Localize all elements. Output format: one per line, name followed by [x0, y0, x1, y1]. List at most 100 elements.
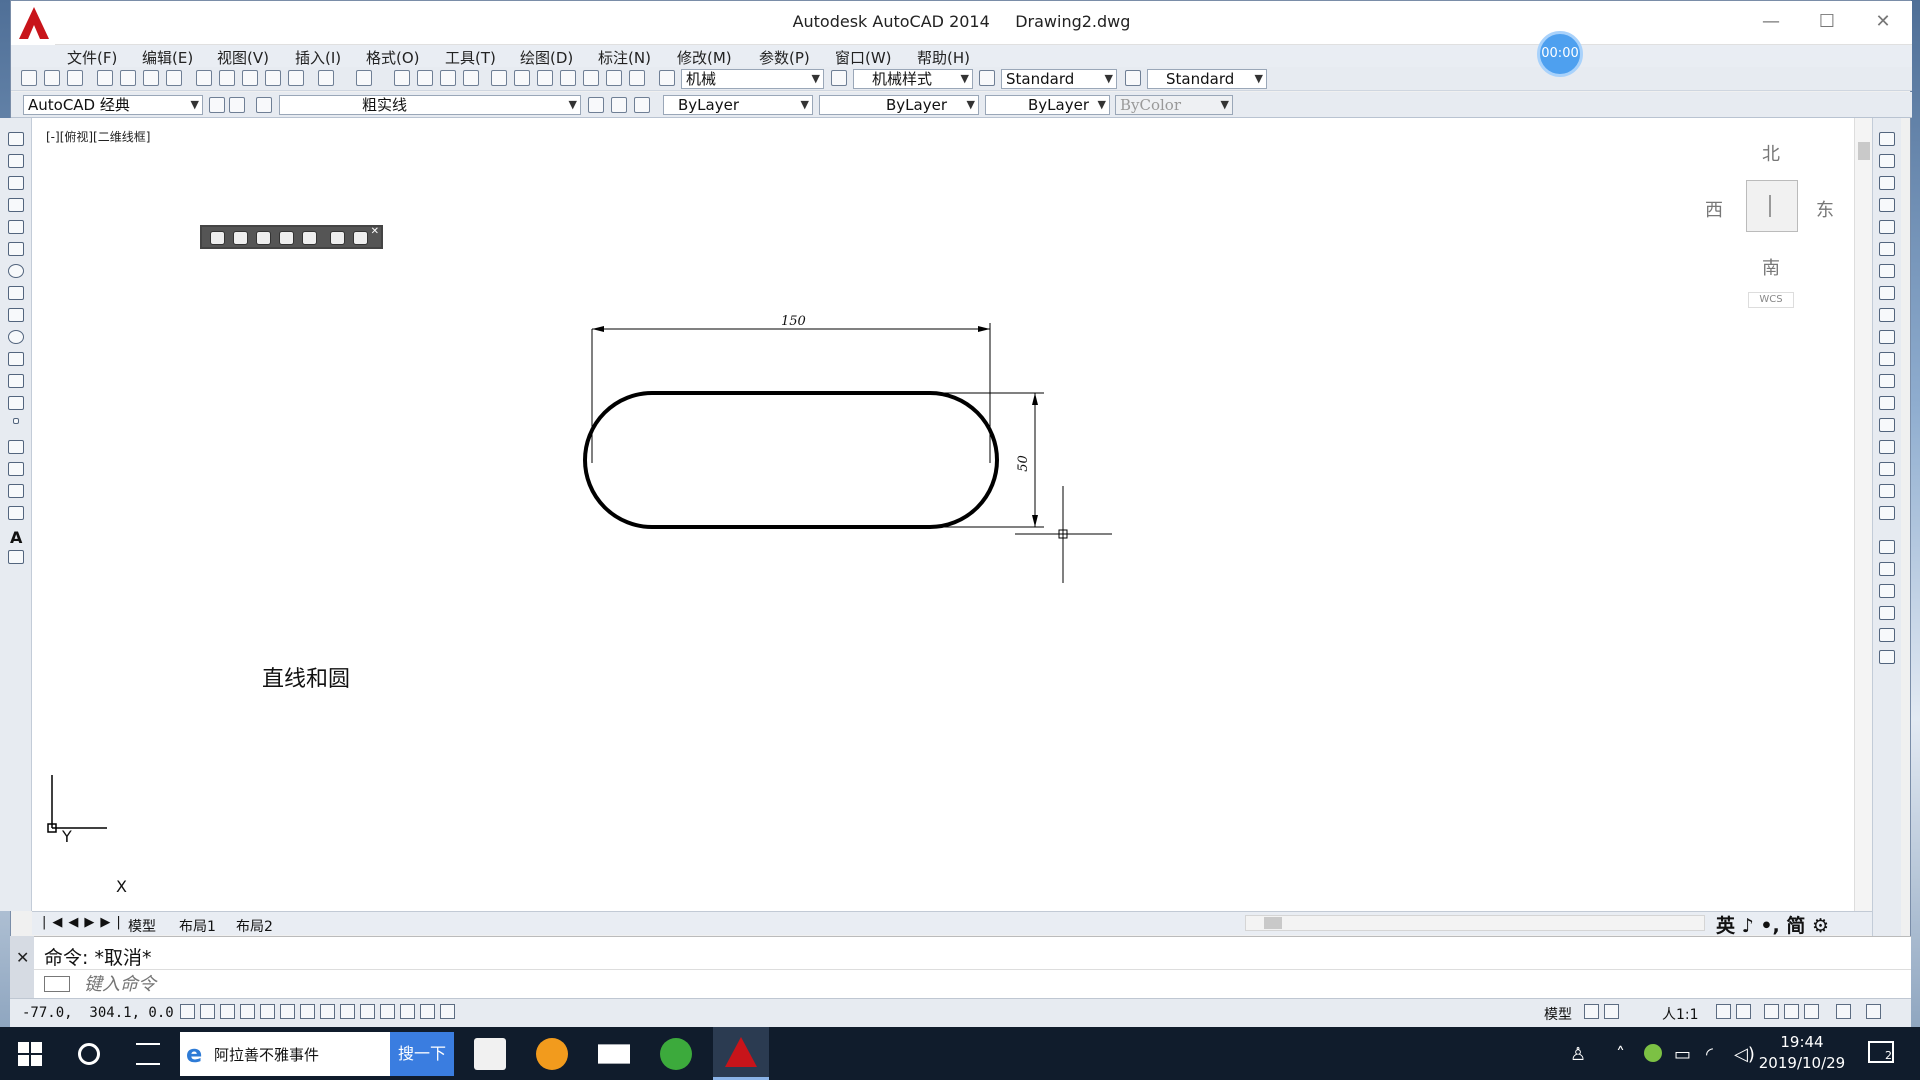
menu-insert[interactable]: 插入(I) — [295, 47, 341, 68]
gradient-icon[interactable] — [8, 462, 24, 476]
chamfer-icon[interactable] — [1879, 440, 1895, 454]
polar-tracking-icon[interactable] — [260, 1004, 275, 1019]
markup-icon[interactable] — [583, 70, 599, 86]
horizontal-scroll-thumb[interactable] — [1264, 917, 1282, 929]
battery-icon[interactable]: ▭ — [1674, 1044, 1691, 1065]
dim-style-icon[interactable] — [831, 70, 847, 86]
object-snap-tracking-icon[interactable] — [320, 1004, 335, 1019]
model-space-toggle[interactable]: 模型 — [1544, 1004, 1572, 1024]
slot-outline[interactable] — [583, 391, 999, 529]
menu-tools[interactable]: 工具(T) — [445, 47, 496, 68]
erase-icon[interactable] — [1879, 132, 1895, 146]
close-icon[interactable]: ✕ — [16, 948, 29, 967]
trim-icon[interactable] — [1879, 330, 1895, 344]
menu-help[interactable]: 帮助(H) — [917, 47, 970, 68]
tab-layout2[interactable]: 布局2 — [236, 916, 273, 936]
clean-screen-icon[interactable] — [1866, 1004, 1881, 1019]
menu-format[interactable]: 格式(O) — [366, 47, 420, 68]
isolate-objects-icon[interactable] — [1836, 1004, 1851, 1019]
polyline-icon[interactable] — [8, 176, 24, 190]
table-style-icon[interactable] — [979, 70, 995, 86]
dynamic-ucs-icon[interactable] — [340, 1004, 355, 1019]
publish-icon[interactable] — [143, 70, 159, 86]
hatch-icon[interactable] — [8, 440, 24, 454]
undo-icon[interactable] — [318, 70, 334, 86]
close-icon[interactable]: ✕ — [371, 226, 379, 237]
menu-view[interactable]: 视图(V) — [217, 47, 269, 68]
grid-display-icon[interactable] — [220, 1004, 235, 1019]
bring-above-icon[interactable] — [1879, 584, 1895, 598]
view-icon-6[interactable] — [330, 231, 345, 245]
menu-draw[interactable]: 绘图(D) — [520, 47, 573, 68]
multiline-text-icon[interactable]: A — [10, 528, 22, 547]
break-icon[interactable] — [1879, 396, 1895, 410]
tab-navigation-arrows-icon[interactable]: |◀◀▶▶| — [42, 915, 127, 930]
menu-file[interactable]: 文件(F) — [67, 47, 117, 68]
text-to-front-icon[interactable] — [1879, 628, 1895, 642]
extend-icon[interactable] — [1879, 352, 1895, 366]
zoom-previous-icon[interactable] — [463, 70, 479, 86]
cut-icon[interactable] — [196, 70, 212, 86]
tab-layout1[interactable]: 布局1 — [179, 916, 216, 936]
scale-icon[interactable] — [1879, 286, 1895, 300]
mail-icon[interactable] — [598, 1044, 630, 1064]
browser-360-icon[interactable] — [660, 1038, 692, 1070]
circle-icon[interactable] — [8, 264, 24, 278]
text-style-select[interactable]: 机械 ▼ — [681, 69, 824, 89]
view-icon-3[interactable] — [256, 231, 271, 245]
region-icon[interactable] — [8, 484, 24, 498]
spline-icon[interactable] — [8, 308, 24, 322]
selection-cycling-icon[interactable] — [440, 1004, 455, 1019]
dim-label-horizontal[interactable]: 150 — [781, 314, 806, 329]
maximize-button[interactable]: ☐ — [1807, 9, 1847, 35]
make-current-layer-icon[interactable] — [588, 97, 604, 113]
pan-icon[interactable] — [394, 70, 410, 86]
open-icon[interactable] — [44, 70, 60, 86]
save-icon[interactable] — [67, 70, 83, 86]
quick-properties-icon[interactable] — [420, 1004, 435, 1019]
block-editor-icon[interactable] — [288, 70, 304, 86]
multileader-style-select[interactable]: Standard ▼ — [1147, 69, 1267, 89]
annotation-visibility-icon[interactable] — [1716, 1004, 1731, 1019]
vertical-scroll-thumb[interactable] — [1858, 142, 1870, 160]
task-view-icon[interactable] — [136, 1043, 160, 1065]
offset-icon[interactable] — [1879, 198, 1895, 212]
fillet-icon[interactable] — [1879, 462, 1895, 476]
network-icon[interactable]: ◜ — [1706, 1044, 1713, 1065]
menu-modify[interactable]: 修改(M) — [677, 47, 732, 68]
table-style-select[interactable]: Standard ▼ — [1001, 69, 1117, 89]
store-icon[interactable] — [474, 1038, 506, 1070]
add-selected-icon[interactable] — [8, 550, 24, 564]
text-style-icon[interactable] — [659, 70, 675, 86]
ortho-mode-icon[interactable] — [240, 1004, 255, 1019]
linetype-select[interactable]: ByLayer ▼ — [819, 95, 979, 115]
blend-curves-icon[interactable] — [1879, 484, 1895, 498]
lineweight-select[interactable]: ByLayer ▼ — [985, 95, 1110, 115]
dim-label-vertical[interactable]: 50 — [1016, 455, 1031, 472]
command-prompt-icon[interactable] — [44, 976, 70, 992]
point-icon[interactable] — [13, 418, 19, 424]
table-icon[interactable] — [8, 506, 24, 520]
send-under-icon[interactable] — [1879, 606, 1895, 620]
plot-style-select[interactable]: ByColor ▼ — [1115, 95, 1233, 115]
quick-view-layouts-icon[interactable] — [1584, 1004, 1599, 1019]
match-properties-icon[interactable] — [265, 70, 281, 86]
minimize-button[interactable]: — — [1751, 9, 1791, 35]
rectangle-icon[interactable] — [8, 220, 24, 234]
clock[interactable]: 19:44 2019/10/29 — [1752, 1032, 1852, 1074]
copy-object-icon[interactable] — [1879, 154, 1895, 168]
layer-select[interactable]: 粗实线 ▼ — [279, 95, 581, 115]
ellipse-icon[interactable] — [8, 330, 24, 344]
make-block-icon[interactable] — [8, 396, 24, 410]
line-tool-icon[interactable] — [8, 132, 24, 146]
revision-cloud-icon[interactable] — [8, 286, 24, 300]
viewport-controls-label[interactable]: [-][俯视][二维线框] — [46, 128, 150, 145]
quick-view-drawings-icon[interactable] — [1604, 1004, 1619, 1019]
break-at-point-icon[interactable] — [1879, 374, 1895, 388]
input-method-toolbar[interactable]: 英 ♪ •, 简 ⚙ — [1716, 911, 1829, 938]
dim-style-select[interactable]: 机械样式 ▼ — [853, 69, 973, 89]
horizontal-scrollbar[interactable] — [1245, 915, 1705, 931]
zoom-window-icon[interactable] — [440, 70, 456, 86]
sheet-set-icon[interactable] — [560, 70, 576, 86]
properties-icon[interactable] — [491, 70, 507, 86]
